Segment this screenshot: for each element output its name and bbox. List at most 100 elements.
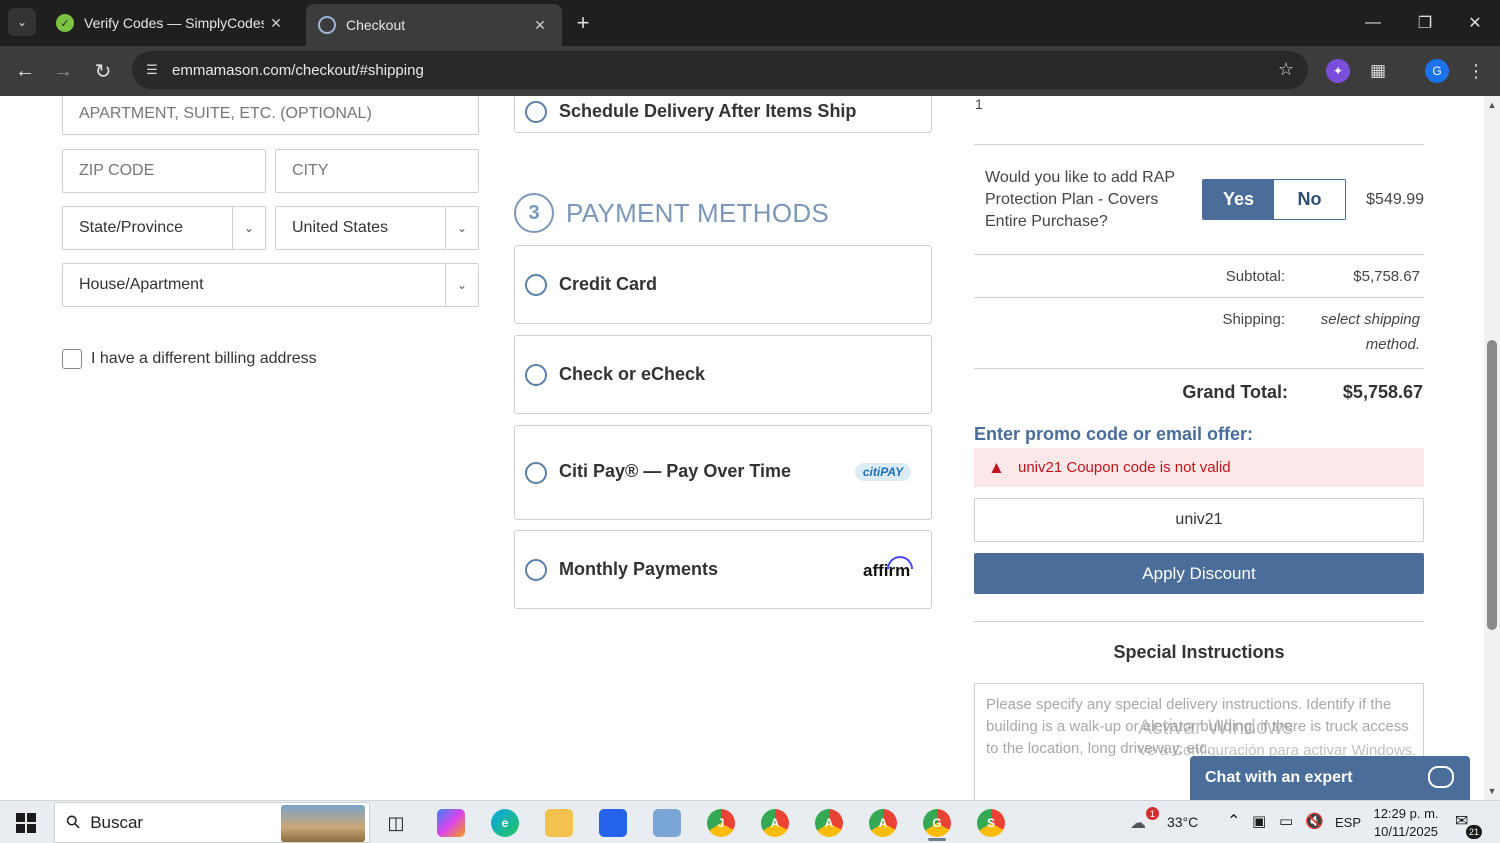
tab-verify-codes[interactable]: ✓ Verify Codes — SimplyCodes ✕: [44, 6, 298, 40]
tab-search-chevron-icon[interactable]: ⌄: [8, 8, 36, 36]
new-tab-plus-icon[interactable]: +: [570, 10, 596, 36]
page-scrollbar[interactable]: ▲ ▼: [1484, 96, 1500, 800]
city-input[interactable]: CITY: [275, 149, 479, 193]
tab-checkout[interactable]: Checkout ✕: [306, 4, 562, 46]
scroll-up-arrow-icon[interactable]: ▲: [1484, 98, 1500, 112]
edge-browser-icon[interactable]: e: [491, 809, 519, 837]
zip-placeholder: ZIP CODE: [79, 162, 155, 179]
divider: [974, 621, 1424, 622]
payment-option-label: Check or eCheck: [559, 364, 706, 384]
protection-no-button[interactable]: No: [1274, 180, 1345, 219]
scroll-down-arrow-icon[interactable]: ▼: [1484, 784, 1500, 798]
grand-total-label: Grand Total:: [1182, 382, 1288, 402]
chat-bubble-icon: [1428, 766, 1454, 788]
zip-code-input[interactable]: ZIP CODE: [62, 149, 266, 193]
billing-address-checkbox[interactable]: [62, 349, 82, 369]
battery-icon[interactable]: ▭: [1279, 812, 1293, 830]
step-number-badge: 3: [514, 193, 554, 233]
profile-avatar[interactable]: G: [1425, 59, 1449, 83]
chrome-profile-j-icon[interactable]: J: [707, 809, 735, 837]
country-value: United States: [292, 219, 389, 236]
schedule-delivery-label: Schedule Delivery After Items Ship: [559, 101, 857, 121]
url-text[interactable]: emmamason.com/checkout/#shipping: [172, 62, 424, 79]
city-placeholder: CITY: [292, 162, 329, 179]
promo-code-input[interactable]: univ21: [974, 498, 1424, 542]
speaker-muted-icon[interactable]: 🔇: [1305, 812, 1324, 830]
extensions-puzzle-icon[interactable]: ▦: [1366, 59, 1390, 83]
payment-option-credit-card[interactable]: Credit Card: [514, 245, 932, 324]
active-app-indicator: [928, 838, 946, 841]
warning-triangle-icon: ▲: [988, 457, 1005, 477]
chat-with-expert-button[interactable]: Chat with an expert: [1190, 756, 1470, 800]
divider: [974, 254, 1424, 255]
radio-button[interactable]: [525, 559, 547, 581]
system-clock[interactable]: 12:29 p. m. 10/11/2025: [1368, 805, 1444, 841]
address-type-select[interactable]: House/Apartment ⌄: [62, 263, 479, 307]
file-explorer-icon[interactable]: [545, 809, 573, 837]
bookmark-star-icon[interactable]: ☆: [1278, 59, 1294, 80]
divider: [974, 144, 1424, 145]
special-instructions-heading: Special Instructions: [1113, 642, 1285, 662]
remote-desktop-icon[interactable]: [653, 809, 681, 837]
radio-button[interactable]: [525, 364, 547, 386]
radio-button[interactable]: [525, 101, 547, 123]
chrome-profile-s-icon[interactable]: S: [977, 809, 1005, 837]
menu-kebab-icon[interactable]: ⋮: [1464, 59, 1488, 83]
language-indicator[interactable]: ESP: [1335, 815, 1361, 830]
address-type-value: House/Apartment: [79, 276, 204, 293]
close-tab-icon[interactable]: ✕: [264, 11, 288, 35]
protection-plan-price: $549.99: [1366, 191, 1424, 208]
extension-icon[interactable]: ✦: [1326, 59, 1350, 83]
taskbar-search[interactable]: ⚲ Buscar: [54, 802, 370, 843]
billing-address-label[interactable]: I have a different billing address: [91, 350, 317, 368]
address-bar[interactable]: ☰ emmamason.com/checkout/#shipping ☆: [132, 51, 1308, 89]
close-window-icon[interactable]: ✕: [1458, 8, 1492, 38]
apply-discount-button[interactable]: Apply Discount: [974, 553, 1424, 594]
state-select[interactable]: State/Province ⌄: [62, 206, 266, 250]
network-icon[interactable]: ▣: [1252, 812, 1266, 830]
chrome-profile-a2-icon[interactable]: A: [815, 809, 843, 837]
notification-count-badge: 21: [1466, 825, 1482, 839]
restore-icon[interactable]: ❐: [1408, 8, 1442, 38]
shipping-value-line2: method.: [1365, 336, 1420, 353]
special-instructions-placeholder: Please specify any special delivery inst…: [986, 696, 1409, 757]
simplycodes-check-icon: ✓: [56, 14, 74, 32]
chrome-profile-g-icon[interactable]: G: [923, 809, 951, 837]
close-tab-icon[interactable]: ✕: [528, 13, 552, 37]
minimize-icon[interactable]: —: [1356, 8, 1390, 38]
payment-option-citi-pay[interactable]: Citi Pay® — Pay Over Time citiPAY: [514, 425, 932, 520]
weather-alert-badge: 1: [1146, 807, 1159, 820]
show-hidden-icons-chevron-icon[interactable]: ⌃: [1227, 811, 1240, 831]
microsoft-store-icon[interactable]: [599, 809, 627, 837]
protection-yes-button[interactable]: Yes: [1203, 180, 1274, 219]
forward-arrow-icon[interactable]: →: [48, 56, 78, 86]
shipping-value-line1: select shipping: [1320, 311, 1420, 328]
payment-option-echeck[interactable]: Check or eCheck: [514, 335, 932, 414]
chrome-profile-a-icon[interactable]: A: [761, 809, 789, 837]
copilot-icon[interactable]: [437, 809, 465, 837]
temperature-text[interactable]: 33°C: [1167, 814, 1198, 830]
reload-icon[interactable]: ↻: [88, 56, 118, 86]
windows-start-icon[interactable]: [8, 808, 44, 838]
quantity-value: 1: [975, 96, 983, 112]
search-label: Buscar: [90, 812, 144, 832]
chevron-down-icon: ⌄: [445, 207, 478, 249]
scrollbar-thumb[interactable]: [1487, 340, 1497, 630]
schedule-delivery-option[interactable]: Schedule Delivery After Items Ship: [514, 96, 932, 133]
radio-button[interactable]: [525, 274, 547, 296]
radio-button[interactable]: [525, 462, 547, 484]
chevron-down-icon: ⌄: [445, 264, 478, 306]
site-info-icon[interactable]: ☰: [142, 60, 162, 80]
country-select[interactable]: United States ⌄: [275, 206, 479, 250]
weather-icon[interactable]: ☁: [1130, 813, 1146, 833]
citi-pay-logo: citiPAY: [855, 463, 911, 481]
protection-plan-question: Would you like to add RAP Protection Pla…: [985, 169, 1175, 230]
task-view-icon[interactable]: ◫: [382, 809, 410, 837]
apartment-input[interactable]: APARTMENT, SUITE, ETC. (OPTIONAL): [62, 96, 479, 135]
clock-date: 10/11/2025: [1373, 824, 1439, 839]
shipping-label: Shipping:: [1222, 311, 1285, 328]
payment-option-monthly[interactable]: Monthly Payments affirm: [514, 530, 932, 609]
back-arrow-icon[interactable]: ←: [10, 56, 40, 86]
search-icon: ⚲: [61, 810, 85, 834]
chrome-profile-a3-icon[interactable]: A: [869, 809, 897, 837]
